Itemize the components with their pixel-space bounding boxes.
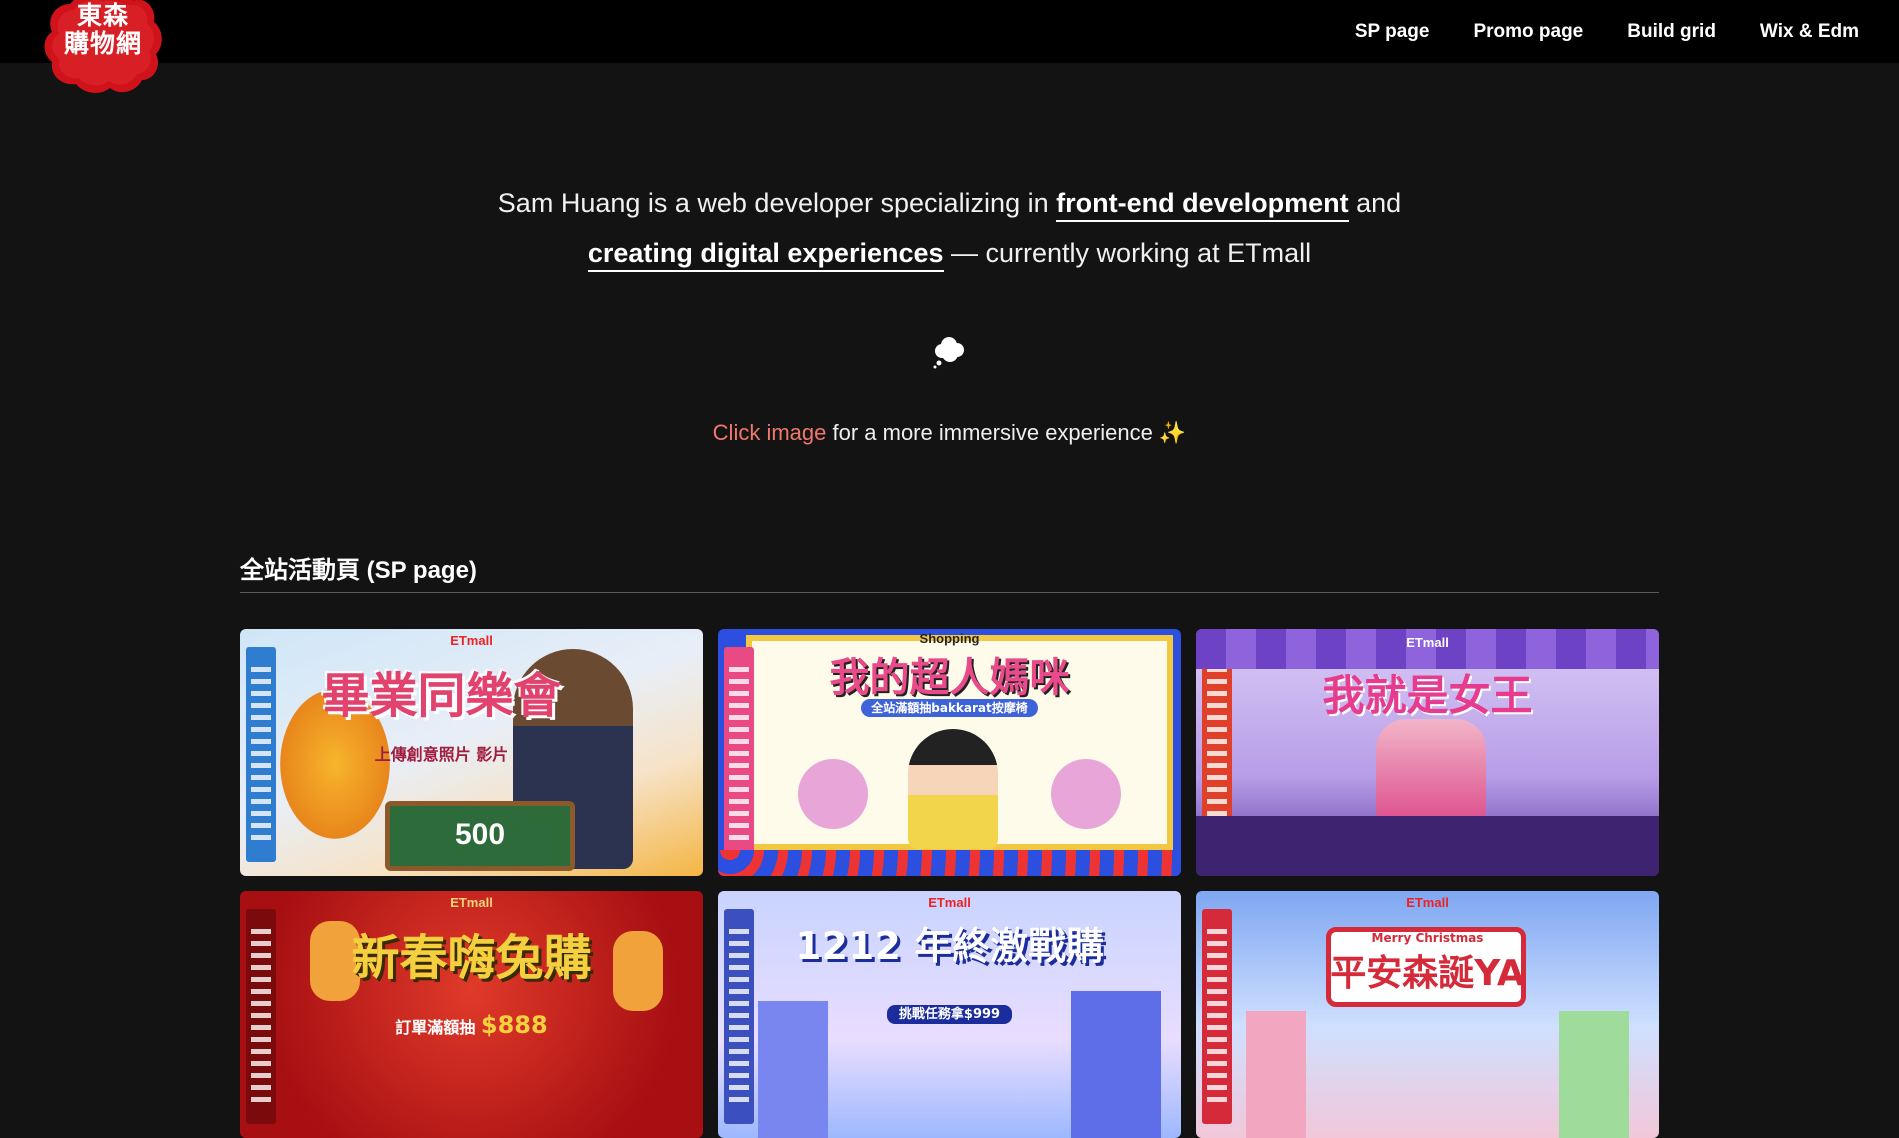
project-card-queen[interactable]: ETmall 我就是女王 bbox=[1196, 629, 1659, 876]
click-image-link[interactable]: Click image bbox=[713, 420, 827, 445]
card-subtitle: 上傳創意照片 影片 bbox=[374, 745, 509, 764]
project-card-super-mom[interactable]: Shopping 我的超人媽咪 全站滿額抽bakkarat按摩椅 bbox=[718, 629, 1181, 876]
card-brand: ETmall bbox=[450, 633, 493, 648]
project-card-graduation[interactable]: ETmall 畢業同樂會 上傳創意照片 影片 500 bbox=[240, 629, 703, 876]
etmall-logo[interactable]: 東森 購物網 bbox=[38, 0, 168, 98]
card-title: 畢業同樂會 bbox=[321, 668, 562, 724]
card-subtitle: 挑戰任務拿$999 bbox=[886, 1005, 1013, 1024]
card-brand: ETmall bbox=[1406, 635, 1449, 650]
hint-rest: for a more immersive experience ✨ bbox=[826, 420, 1187, 445]
intro-part3: — currently working at ETmall bbox=[943, 238, 1312, 268]
card-subtitle-row: 訂單滿額抽 $888 bbox=[240, 1011, 703, 1039]
audience-silhouette bbox=[1196, 816, 1659, 876]
card-tag: Shopping bbox=[919, 631, 980, 646]
nav-build-grid[interactable]: Build grid bbox=[1627, 21, 1716, 43]
card-subtitle-wrap: 全站滿額抽bakkarat按摩椅 bbox=[718, 699, 1181, 717]
project-card-new-year[interactable]: ETmall 新春嗨兔購 訂單滿額抽 $888 bbox=[240, 891, 703, 1138]
intro-highlight-frontend: front-end development bbox=[1056, 188, 1349, 222]
card-title: 我就是女王 bbox=[1322, 671, 1533, 720]
chalkboard: 500 bbox=[385, 801, 575, 871]
nav-wix-edm[interactable]: Wix & Edm bbox=[1760, 21, 1859, 43]
section-divider bbox=[240, 592, 1659, 593]
flower-right bbox=[1051, 759, 1121, 829]
intro-part2: and bbox=[1348, 188, 1402, 218]
card-subtitle: 全站滿額抽bakkarat按摩椅 bbox=[861, 699, 1038, 717]
nav-promo-page[interactable]: Promo page bbox=[1473, 21, 1583, 43]
main-nav: SP page Promo page Build grid Wix & Edm bbox=[1355, 0, 1859, 63]
card-brand: ETmall bbox=[928, 895, 971, 910]
intro-part1: Sam Huang is a web developer specializin… bbox=[497, 188, 1057, 218]
card-title: 平安森誕YA bbox=[1330, 953, 1525, 994]
card-tag: 500 bbox=[454, 818, 506, 851]
nav-sp-page[interactable]: SP page bbox=[1355, 21, 1430, 43]
building-left bbox=[1246, 1011, 1306, 1138]
building-right bbox=[1559, 1011, 1629, 1138]
intro-text: Sam Huang is a web developer specializin… bbox=[0, 178, 1899, 278]
card-subtitle-wrap: 挑戰任務拿$999 bbox=[718, 1003, 1181, 1024]
card-title: 1212 年終激戰購 bbox=[795, 924, 1104, 968]
card-title: 新春嗨兔購 bbox=[351, 930, 592, 986]
scallop-border bbox=[718, 850, 1181, 876]
card-subtitle: 訂單滿額抽 bbox=[395, 1018, 476, 1037]
section-title: 全站活動頁 (SP page) bbox=[240, 557, 477, 584]
logo-line1: 東森 bbox=[76, 1, 129, 30]
top-navbar: 東森 購物網 SP page Promo page Build grid Wix… bbox=[0, 0, 1899, 93]
project-card-christmas[interactable]: ETmall Merry Christmas 平安森誕YA bbox=[1196, 891, 1659, 1138]
intro-highlight-digital: creating digital experiences bbox=[587, 238, 944, 272]
project-card-1212[interactable]: ETmall 1212 年終激戰購 挑戰任務拿$999 bbox=[718, 891, 1181, 1138]
card-tag: $888 bbox=[480, 1011, 548, 1039]
super-mom-figure bbox=[908, 729, 998, 849]
thought-bubble-icon bbox=[933, 337, 964, 369]
card-brand: ETmall bbox=[450, 895, 493, 910]
card-subtitle: Merry Christmas bbox=[1371, 931, 1484, 945]
flower-left bbox=[798, 759, 868, 829]
click-hint: Click image for a more immersive experie… bbox=[0, 420, 1899, 446]
logo-line2: 購物網 bbox=[63, 29, 142, 58]
card-brand: ETmall bbox=[1406, 895, 1449, 910]
card-title: 我的超人媽咪 bbox=[829, 655, 1070, 701]
